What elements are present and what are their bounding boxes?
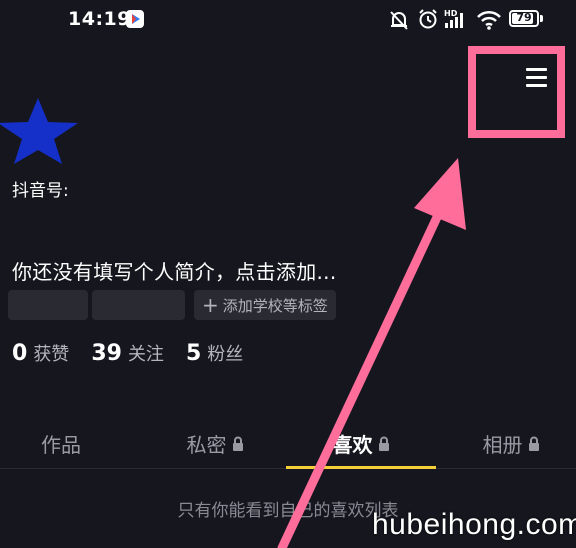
annotation-arrow	[277, 158, 466, 548]
watermark: hubeihong.com	[372, 508, 576, 541]
